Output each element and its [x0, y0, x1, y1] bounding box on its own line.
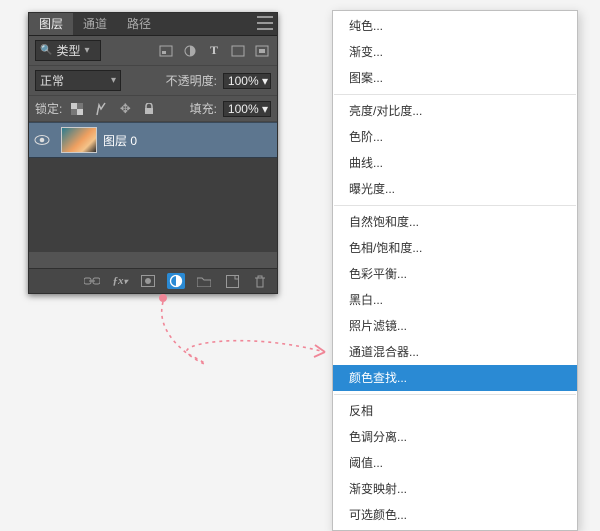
menu-item[interactable]: 渐变映射...	[333, 476, 577, 502]
menu-item[interactable]: 曝光度...	[333, 176, 577, 202]
chevron-down-icon: ▾	[84, 45, 89, 56]
kind-filter[interactable]: 🔍 类型 ▾	[35, 40, 101, 61]
add-mask-icon[interactable]	[139, 273, 157, 289]
tab-paths[interactable]: 路径	[117, 13, 161, 35]
filter-image-icon[interactable]	[157, 43, 175, 59]
tab-layers[interactable]: 图层	[29, 13, 73, 35]
menu-item[interactable]: 反相	[333, 398, 577, 424]
callout-arrow	[150, 290, 350, 410]
lock-all-icon[interactable]	[140, 101, 158, 117]
menu-separator	[334, 94, 576, 95]
menu-item[interactable]: 曲线...	[333, 150, 577, 176]
fill-label: 填充:	[190, 100, 217, 117]
menu-item[interactable]: 通道混合器...	[333, 339, 577, 365]
layer-name[interactable]: 图层 0	[103, 132, 137, 149]
opacity-field[interactable]: 100% ▾	[223, 73, 271, 89]
blend-row: 正常 ▾ 不透明度: 100% ▾	[29, 66, 277, 96]
menu-item[interactable]: 亮度/对比度...	[333, 98, 577, 124]
lock-pixels-icon[interactable]	[92, 101, 110, 117]
filter-row: 🔍 类型 ▾ T	[29, 36, 277, 66]
panel-footer: ƒx▾	[29, 268, 277, 293]
panel-menu-icon[interactable]	[257, 16, 273, 30]
fill-field[interactable]: 100% ▾	[223, 101, 271, 117]
menu-item[interactable]: 色相/饱和度...	[333, 235, 577, 261]
blend-mode-select[interactable]: 正常 ▾	[35, 70, 121, 91]
visibility-toggle[interactable]	[29, 134, 55, 146]
lock-row: 锁定: ✥ 填充: 100% ▾	[29, 96, 277, 122]
panel-tabs: 图层 通道 路径	[29, 13, 277, 36]
chevron-down-icon: ▾	[111, 75, 116, 86]
layer-list: 图层 0	[29, 122, 277, 252]
adjustment-menu: 纯色...渐变...图案... 亮度/对比度...色阶...曲线...曝光度...…	[332, 10, 578, 531]
filter-type-icon[interactable]: T	[205, 43, 223, 59]
menu-item[interactable]: 色调分离...	[333, 424, 577, 450]
menu-item[interactable]: 纯色...	[333, 13, 577, 39]
menu-item[interactable]: 黑白...	[333, 287, 577, 313]
menu-item[interactable]: 可选颜色...	[333, 502, 577, 528]
menu-item[interactable]: 颜色查找...	[333, 365, 577, 391]
kind-label: 类型	[56, 42, 80, 59]
layer-thumbnail[interactable]	[61, 127, 97, 153]
lock-label: 锁定:	[35, 100, 62, 117]
menu-item[interactable]: 渐变...	[333, 39, 577, 65]
filter-smart-icon[interactable]	[253, 43, 271, 59]
menu-separator	[334, 205, 576, 206]
layers-panel: 图层 通道 路径 🔍 类型 ▾ T 正常 ▾ 不透明度: 100% ▾ 锁定: …	[28, 12, 278, 294]
layer-fx-icon[interactable]: ƒx▾	[111, 273, 129, 289]
filter-shape-icon[interactable]	[229, 43, 247, 59]
layer-row[interactable]: 图层 0	[29, 122, 277, 158]
add-adjustment-layer-icon[interactable]	[167, 273, 185, 289]
menu-item[interactable]: 色彩平衡...	[333, 261, 577, 287]
new-group-icon[interactable]	[195, 273, 213, 289]
search-icon: 🔍	[40, 45, 52, 56]
opacity-label: 不透明度:	[166, 72, 217, 89]
lock-position-icon[interactable]: ✥	[116, 101, 134, 117]
filter-adjust-icon[interactable]	[181, 43, 199, 59]
menu-item[interactable]: 图案...	[333, 65, 577, 91]
menu-item[interactable]: 照片滤镜...	[333, 313, 577, 339]
menu-item[interactable]: 色阶...	[333, 124, 577, 150]
menu-item[interactable]: 自然饱和度...	[333, 209, 577, 235]
chevron-down-icon: ▾	[262, 74, 268, 88]
tab-channels[interactable]: 通道	[73, 13, 117, 35]
link-layers-icon[interactable]	[83, 273, 101, 289]
menu-separator	[334, 394, 576, 395]
menu-item[interactable]: 阈值...	[333, 450, 577, 476]
chevron-down-icon: ▾	[262, 102, 268, 116]
new-layer-icon[interactable]	[223, 273, 241, 289]
delete-layer-icon[interactable]	[251, 273, 269, 289]
lock-transparency-icon[interactable]	[68, 101, 86, 117]
